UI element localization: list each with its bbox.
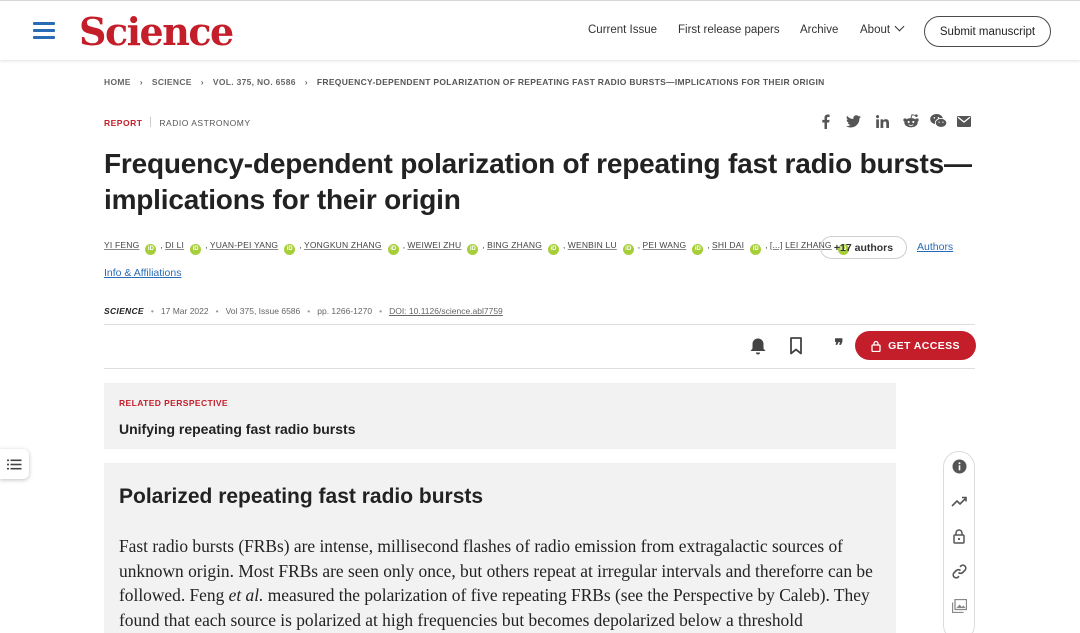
author-link[interactable]: YI FENG	[104, 240, 139, 250]
separator-dot: •	[150, 306, 154, 316]
get-access-label: GET ACCESS	[888, 339, 960, 352]
trending-icon[interactable]	[950, 492, 968, 510]
related-perspective: RELATED PERSPECTIVE Unifying repeating f…	[104, 383, 896, 449]
summary-text-italic: et al.	[228, 585, 264, 605]
info-affiliations-link[interactable]: Info & Affiliations	[104, 267, 181, 279]
chevron-right-icon: ›	[304, 77, 308, 87]
article-category: REPORT RADIO ASTRONOMY	[104, 117, 251, 128]
facebook-icon[interactable]	[818, 113, 832, 129]
get-access-button[interactable]: GET ACCESS	[855, 331, 976, 360]
article-field[interactable]: RADIO ASTRONOMY	[159, 118, 250, 128]
publication-meta: SCIENCE • 17 Mar 2022 • Vol 375, Issue 6586 •…	[104, 306, 503, 316]
nav-archive[interactable]: Archive	[800, 24, 838, 36]
author-link[interactable]: DI LI	[165, 240, 184, 250]
author-link[interactable]: YONGKUN ZHANG	[304, 240, 382, 250]
breadcrumb-volume[interactable]: VOL. 375, NO. 6586	[213, 77, 296, 87]
summary-heading: Polarized repeating fast radio bursts	[119, 485, 484, 508]
more-authors-button[interactable]: +17 authors	[820, 236, 907, 259]
breadcrumb-science[interactable]: SCIENCE	[152, 77, 192, 87]
link-icon[interactable]	[950, 562, 968, 580]
breadcrumb-home[interactable]: HOME	[104, 77, 131, 87]
doi-link[interactable]: DOI: 10.1126/science.abl7759	[389, 306, 503, 316]
list-icon	[7, 459, 22, 469]
science-logo[interactable]: Science	[79, 9, 234, 54]
right-tool-rail	[943, 451, 975, 633]
bell-icon[interactable]	[747, 335, 769, 357]
separator-dot: •	[307, 306, 311, 316]
orcid-icon[interactable]: iD	[750, 244, 762, 255]
twitter-icon[interactable]	[845, 113, 861, 129]
table-of-contents-button[interactable]	[0, 449, 29, 479]
publication-date: 17 Mar 2022	[160, 306, 209, 316]
email-icon[interactable]	[956, 113, 972, 129]
nav-about-label: About	[860, 24, 891, 36]
separator-dot: •	[215, 306, 219, 316]
orcid-icon[interactable]: iD	[284, 244, 296, 255]
breadcrumb-current: FREQUENCY-DEPENDENT POLARIZATION OF REPE…	[316, 77, 825, 87]
divider	[104, 368, 975, 369]
author-link[interactable]: WEIWEI ZHU	[407, 240, 461, 250]
related-label: RELATED PERSPECTIVE	[119, 398, 228, 408]
menu-icon[interactable]	[33, 21, 55, 39]
author-ellipsis[interactable]: [...]	[770, 240, 783, 250]
divider	[150, 117, 152, 127]
orcid-icon[interactable]: iD	[190, 244, 202, 255]
orcid-icon[interactable]: iD	[622, 244, 634, 255]
author-link[interactable]: SHI DAI	[712, 240, 744, 250]
orcid-icon[interactable]: iD	[387, 244, 399, 255]
reddit-icon[interactable]	[902, 113, 919, 129]
divider	[104, 324, 975, 325]
wechat-icon[interactable]	[929, 113, 947, 129]
author-link[interactable]: BING ZHANG	[487, 240, 542, 250]
related-title-link[interactable]: Unifying repeating fast radio bursts	[119, 421, 355, 437]
nav-about[interactable]: About	[860, 21, 905, 36]
article-title: Frequency-dependent polarization of repe…	[104, 146, 984, 218]
image-icon[interactable]	[950, 597, 968, 615]
chevron-right-icon: ›	[139, 77, 143, 87]
article-title-line1: Frequency-dependent polarization of repe…	[104, 148, 972, 179]
journal-name: SCIENCE	[104, 306, 144, 316]
author-link[interactable]: WENBIN LU	[568, 240, 617, 250]
author-link[interactable]: YUAN-PEI YANG	[210, 240, 278, 250]
author-link[interactable]: PEI WANG	[643, 240, 687, 250]
submit-manuscript-button[interactable]: Submit manuscript	[924, 16, 1051, 47]
author-list: YI FENG iD, DI LI iD, YUAN-PEI YANG iD, YON…	[104, 240, 849, 255]
editor-summary: Polarized repeating fast radio bursts Fa…	[104, 463, 896, 633]
authors-link[interactable]: Authors	[917, 241, 953, 253]
cite-icon[interactable]: ❞	[828, 335, 850, 357]
orcid-icon[interactable]: iD	[692, 244, 704, 255]
lock-icon[interactable]	[950, 527, 968, 545]
site-header: Science Current Issue First release pape…	[0, 0, 1080, 60]
lock-icon	[871, 340, 881, 352]
bookmark-icon[interactable]	[785, 335, 807, 357]
orcid-icon[interactable]: iD	[467, 244, 479, 255]
summary-text: Fast radio bursts (FRBs) are intense, mi…	[119, 534, 889, 632]
article-title-line2: implications for their origin	[104, 184, 461, 215]
breadcrumb: HOME › SCIENCE › VOL. 375, NO. 6586 › FREQUENC…	[104, 77, 825, 87]
chevron-down-icon	[894, 21, 905, 32]
page-range: pp. 1266-1270	[317, 306, 373, 316]
orcid-icon[interactable]: iD	[548, 244, 560, 255]
info-icon[interactable]	[950, 457, 968, 475]
nav-current-issue[interactable]: Current Issue	[588, 24, 657, 36]
separator-dot: •	[379, 306, 383, 316]
volume-issue[interactable]: Vol 375, Issue 6586	[226, 306, 301, 316]
chevron-right-icon: ›	[200, 77, 204, 87]
orcid-icon[interactable]: iD	[145, 244, 157, 255]
linkedin-icon[interactable]	[874, 113, 890, 129]
nav-first-release-papers[interactable]: First release papers	[678, 24, 780, 36]
article-type: REPORT	[104, 118, 143, 128]
